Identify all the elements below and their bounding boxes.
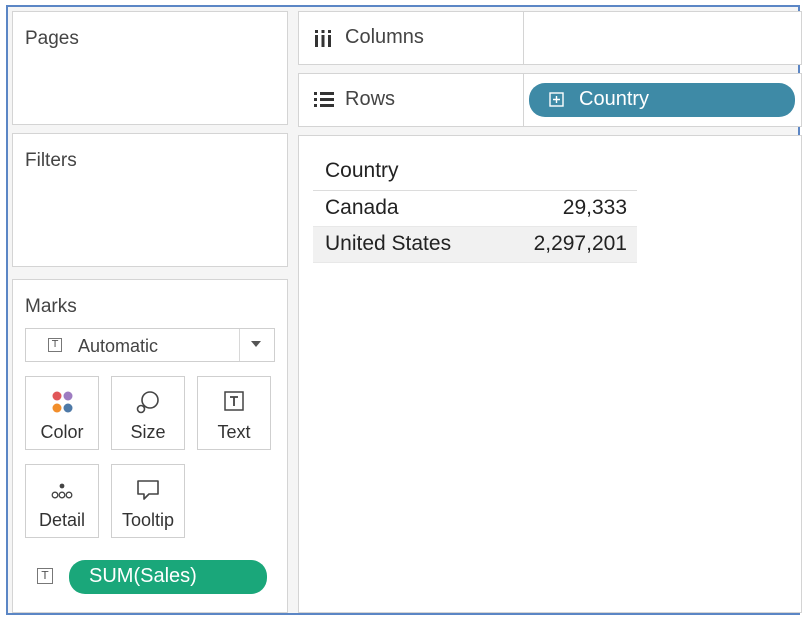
row-value: 29,333 (562, 196, 627, 219)
detail-button[interactable]: Detail (25, 464, 99, 538)
text-encoding-icon: T (37, 568, 53, 584)
marks-title: Marks (25, 296, 77, 317)
mark-type-dropdown[interactable]: T Automatic (25, 328, 275, 362)
tableau-workspace: Pages Filters Marks T Automatic Color Si… (6, 5, 802, 615)
columns-icon (315, 30, 331, 47)
detail-label: Detail (38, 510, 86, 530)
color-label: Color (40, 422, 84, 442)
pages-title: Pages (25, 28, 79, 49)
country-pill[interactable]: Country (529, 83, 795, 117)
sum-sales-pill[interactable]: SUM(Sales) (69, 560, 267, 594)
row-value: 2,297,201 (533, 232, 627, 255)
color-icon (52, 391, 73, 413)
text-icon (224, 391, 244, 411)
columns-shelf-header: Columns (299, 12, 524, 64)
chevron-down-icon (251, 341, 261, 347)
filters-card[interactable]: Filters (12, 133, 288, 267)
mark-type-label: Automatic (78, 336, 159, 356)
row-country: United States (325, 232, 452, 255)
text-mark-icon: T (48, 338, 62, 352)
country-pill-label: Country (579, 88, 650, 110)
tooltip-label: Tooltip (121, 510, 175, 530)
color-button[interactable]: Color (25, 376, 99, 450)
columns-shelf: Columns (298, 11, 802, 65)
expand-icon[interactable] (549, 92, 564, 107)
pages-card[interactable]: Pages (12, 11, 288, 125)
tooltip-button[interactable]: Tooltip (111, 464, 185, 538)
row-country: Canada (325, 196, 399, 219)
size-label: Size (130, 422, 166, 442)
table-row[interactable]: Canada 29,333 (313, 191, 637, 227)
columns-drop-area[interactable] (523, 12, 801, 64)
filters-title: Filters (25, 150, 77, 171)
text-button[interactable]: Text (197, 376, 271, 450)
size-button[interactable]: Size (111, 376, 185, 450)
rows-shelf-header: Rows (299, 74, 524, 126)
size-icon (136, 391, 159, 414)
mark-type-dropdown-arrow[interactable] (239, 329, 274, 361)
text-label: Text (217, 422, 251, 442)
marks-card: Marks T Automatic Color Size Text Detail… (12, 279, 288, 613)
country-column-header[interactable]: Country (313, 154, 637, 191)
rows-shelf: Rows Country (298, 73, 802, 127)
rows-icon (314, 92, 334, 107)
view-canvas: Country Canada 29,333 United States 2,29… (298, 135, 802, 613)
columns-label: Columns (345, 26, 424, 48)
crosstab-table: Country Canada 29,333 United States 2,29… (313, 154, 637, 263)
tooltip-icon (137, 480, 159, 500)
detail-icon (51, 483, 73, 499)
table-row[interactable]: United States 2,297,201 (313, 227, 637, 263)
rows-label: Rows (345, 88, 396, 110)
